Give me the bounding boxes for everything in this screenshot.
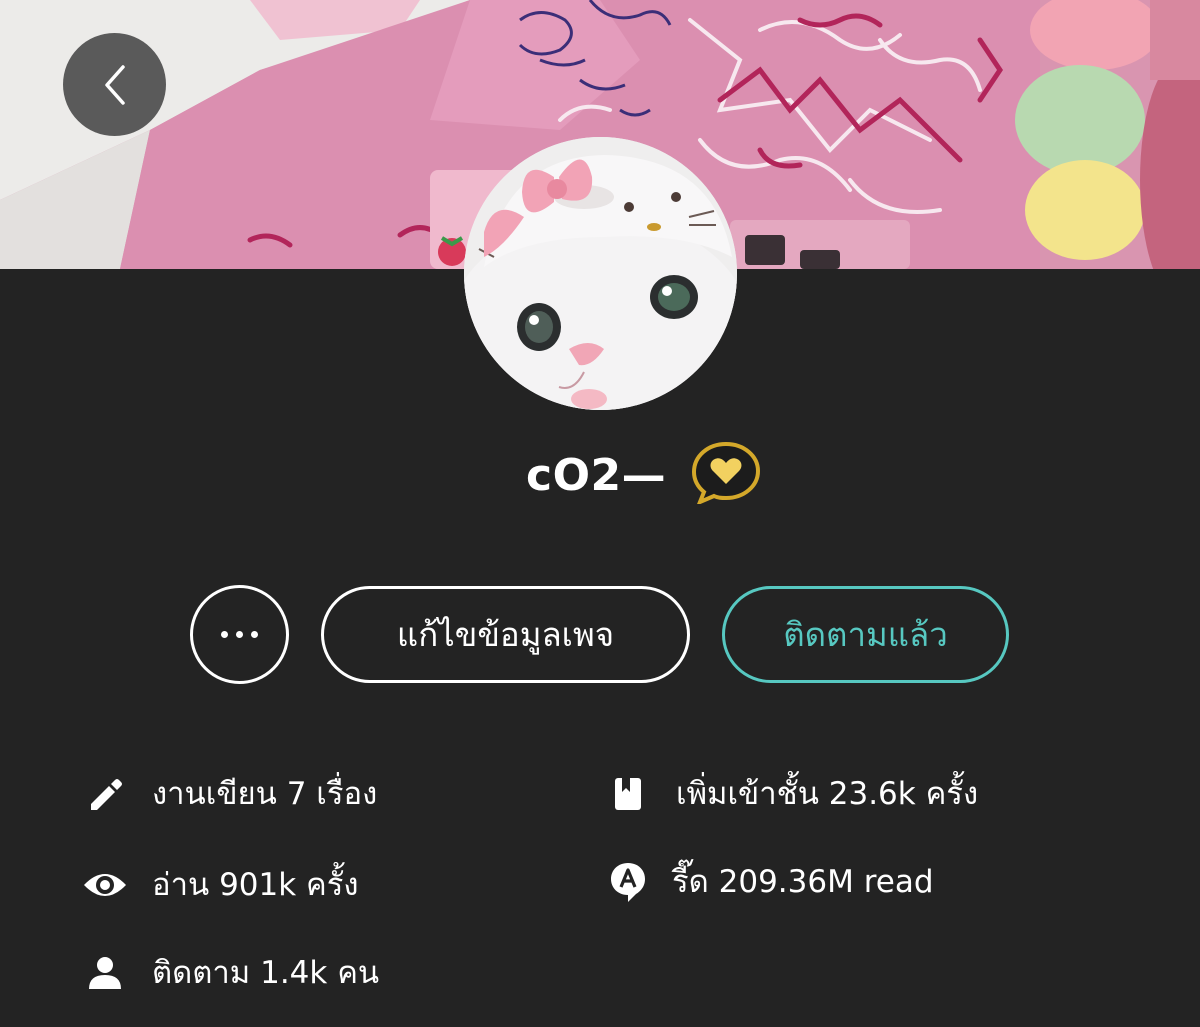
stat-followers-label: ติดตาม 1.4k คน (152, 955, 380, 991)
edit-page-button[interactable]: แก้ไขข้อมูลเพจ (321, 586, 690, 683)
profile-name: cO2— (526, 450, 667, 501)
stat-works-label: งานเขียน 7 เรื่อง (152, 776, 378, 812)
chevron-left-icon (104, 64, 125, 105)
stat-library: เพิ่มเข้าชั้น 23.6k ครั้ง (603, 764, 1023, 824)
read-bubble-icon (603, 852, 653, 912)
eye-icon (80, 855, 130, 915)
book-icon (603, 764, 653, 824)
stat-views: อ่าน 901k ครั้ง (80, 855, 500, 915)
profile-name-row: cO2— (0, 440, 1200, 510)
more-options-button[interactable] (190, 585, 289, 684)
person-icon (80, 943, 130, 1003)
stat-views-label: อ่าน 901k ครั้ง (152, 867, 359, 903)
stat-reads-label: รี๊ด 209.36M read (672, 864, 934, 900)
stat-works: งานเขียน 7 เรื่อง (80, 764, 500, 824)
avatar[interactable] (464, 137, 737, 410)
stat-reads: รี๊ด 209.36M read (603, 852, 1023, 912)
pencil-icon (80, 764, 130, 824)
avatar-image (464, 137, 737, 410)
gold-heart-chat-badge-icon (691, 441, 761, 504)
following-button[interactable]: ติดตามแล้ว (722, 586, 1009, 683)
stat-followers: ติดตาม 1.4k คน (80, 943, 500, 1003)
stat-library-label: เพิ่มเข้าชั้น 23.6k ครั้ง (676, 776, 979, 812)
profile-page: cO2— แก้ไขข้อมูลเพจ ติดตามแล้ว งานเขียน … (0, 0, 1200, 1027)
back-button[interactable] (63, 33, 166, 136)
ellipsis-icon (221, 631, 228, 638)
